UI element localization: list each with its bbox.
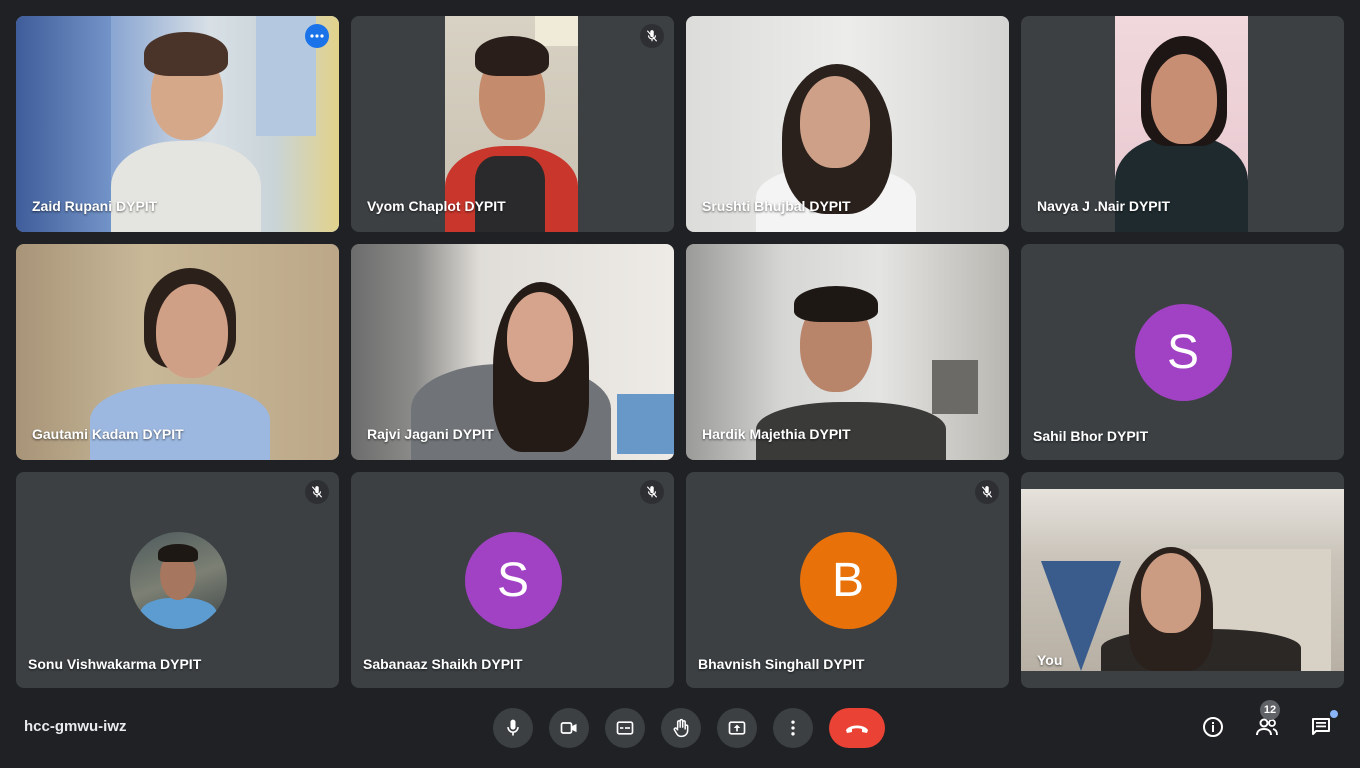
participant-tile[interactable]: Gautami Kadam DYPIT — [16, 244, 339, 460]
participant-name: Sahil Bhor DYPIT — [1033, 428, 1149, 444]
side-panel-buttons: 12 — [1198, 700, 1338, 742]
raise-hand-button[interactable] — [661, 708, 701, 748]
avatar — [129, 532, 227, 629]
participant-tile[interactable]: Srushti Bhujbal DYPIT — [686, 16, 1009, 232]
participant-name: Hardik Majethia DYPIT — [702, 426, 851, 442]
more-vert-icon — [791, 720, 795, 736]
microphone-button[interactable] — [493, 708, 533, 748]
participant-name: You — [1037, 652, 1063, 668]
participant-name: Navya J .Nair DYPIT — [1037, 198, 1171, 214]
participant-name: Sonu Vishwakarma DYPIT — [28, 656, 202, 672]
participants-button[interactable]: 12 — [1252, 700, 1282, 742]
participant-name: Zaid Rupani DYPIT — [32, 198, 158, 214]
captions-icon — [616, 721, 634, 735]
bottom-bar: hcc-gmwu-iwz 12 — [0, 700, 1360, 768]
participant-tile[interactable]: Hardik Majethia DYPIT — [686, 244, 1009, 460]
self-video — [1021, 489, 1344, 671]
avatar-letter: S — [496, 554, 529, 607]
chat-icon — [1312, 718, 1330, 735]
participant-tile[interactable]: S Sahil Bhor DYPIT — [1021, 244, 1344, 460]
mic-muted-icon — [975, 480, 999, 504]
camera-button[interactable] — [549, 708, 589, 748]
more-options-button[interactable] — [773, 708, 813, 748]
avatar: S — [1134, 304, 1232, 401]
chat-button[interactable] — [1306, 710, 1338, 742]
participant-grid: Zaid Rupani DYPIT Vyom Chaplot DYPIT Sru… — [16, 16, 1344, 688]
chat-notification-dot — [1330, 710, 1338, 718]
avatar: S — [464, 532, 562, 629]
avatar: B — [799, 532, 897, 629]
participant-name: Rajvi Jagani DYPIT — [367, 426, 494, 442]
participant-name: Gautami Kadam DYPIT — [32, 426, 184, 442]
present-screen-icon — [728, 721, 746, 735]
participant-name: Vyom Chaplot DYPIT — [367, 198, 506, 214]
participant-tile[interactable]: Rajvi Jagani DYPIT — [351, 244, 674, 460]
participant-count-badge: 12 — [1260, 700, 1280, 720]
mic-muted-icon — [640, 24, 664, 48]
participant-tile[interactable]: S Sabanaaz Shaikh DYPIT — [351, 472, 674, 688]
present-button[interactable] — [717, 708, 757, 748]
avatar-letter: B — [831, 554, 864, 607]
self-view-tile[interactable]: You — [1021, 472, 1344, 688]
meeting-code: hcc-gmwu-iwz — [24, 718, 127, 735]
avatar-letter: S — [1166, 326, 1199, 379]
captions-button[interactable] — [605, 708, 645, 748]
participant-tile[interactable]: B Bhavnish Singhall DYPIT — [686, 472, 1009, 688]
participant-tile[interactable]: Vyom Chaplot DYPIT — [351, 16, 674, 232]
mic-muted-icon — [305, 480, 329, 504]
leave-call-button[interactable] — [829, 708, 885, 748]
participant-tile[interactable]: Sonu Vishwakarma DYPIT — [16, 472, 339, 688]
participant-tile[interactable]: Zaid Rupani DYPIT — [16, 16, 339, 232]
microphone-icon — [507, 719, 519, 736]
meeting-details-button[interactable] — [1198, 712, 1228, 742]
participant-name: Srushti Bhujbal DYPIT — [702, 198, 851, 214]
more-options-icon[interactable] — [305, 24, 329, 48]
participant-name: Sabanaaz Shaikh DYPIT — [363, 656, 523, 672]
hang-up-icon — [846, 725, 868, 733]
mic-muted-icon — [640, 480, 664, 504]
participant-name: Bhavnish Singhall DYPIT — [698, 656, 865, 672]
call-controls — [493, 708, 885, 748]
info-icon — [1203, 717, 1223, 737]
participant-tile[interactable]: Navya J .Nair DYPIT — [1021, 16, 1344, 232]
camera-icon — [560, 722, 577, 734]
hand-icon — [673, 718, 689, 738]
